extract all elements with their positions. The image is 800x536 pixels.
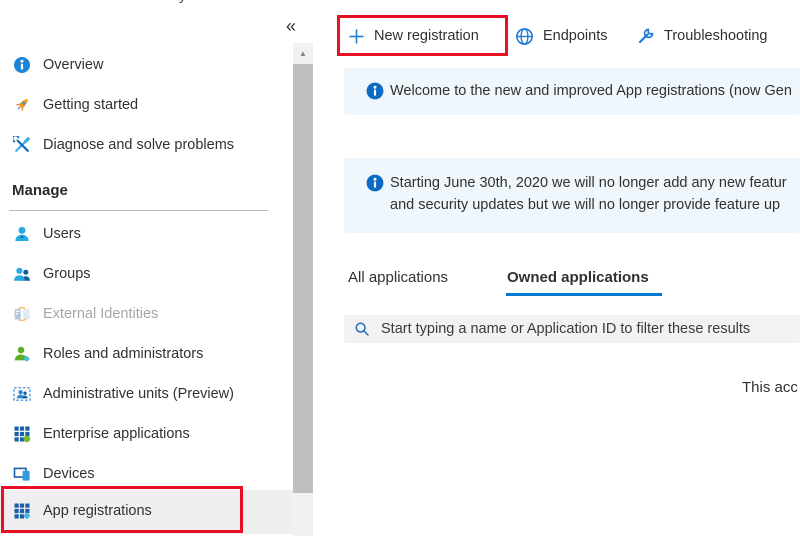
troubleshooting-label: Troubleshooting: [664, 28, 767, 44]
sidebar-item-groups[interactable]: Groups: [0, 254, 293, 294]
admin-units-icon: [12, 384, 32, 404]
endpoints-button[interactable]: Endpoints: [515, 20, 608, 52]
sidebar-item-label: Overview: [43, 57, 103, 73]
sidebar-item-label: Administrative units (Preview): [43, 386, 234, 402]
plus-icon: [348, 28, 365, 45]
sidebar-item-label: Getting started: [43, 97, 138, 113]
new-registration-label: New registration: [374, 28, 479, 44]
sidebar-item-enterprise-applications[interactable]: Enterprise applications: [0, 414, 293, 454]
endpoints-label: Endpoints: [543, 28, 608, 44]
sidebar-item-getting-started[interactable]: Getting started: [0, 85, 293, 125]
sidebar-item-label: Users: [43, 226, 81, 242]
sidebar-divider: [9, 210, 268, 211]
sidebar-item-label: Devices: [43, 466, 95, 482]
sidebar-item-label: Enterprise applications: [43, 426, 190, 442]
sidebar-scrollbar-thumb[interactable]: [293, 64, 313, 493]
active-tab-underline: [506, 293, 662, 296]
sidebar-item-label: Roles and administrators: [43, 346, 203, 362]
application-filter-searchbox[interactable]: [344, 315, 800, 343]
globe-icon: [515, 27, 534, 46]
info-icon: [366, 82, 384, 100]
tab-all-applications[interactable]: All applications: [348, 269, 448, 286]
sidebar-collapse-button[interactable]: «: [286, 17, 296, 35]
scrollbar-up-arrow[interactable]: ▲: [293, 43, 313, 63]
user-icon: [12, 224, 32, 244]
search-input[interactable]: [379, 314, 800, 344]
deprecation-banner-line2: and security updates but we will no long…: [390, 194, 800, 216]
deprecation-info-banner: Starting June 30th, 2020 we will no long…: [344, 158, 800, 233]
external-identities-icon: [12, 304, 32, 324]
deprecation-banner-line1: Starting June 30th, 2020 we will no long…: [390, 172, 800, 194]
welcome-info-banner: Welcome to the new and improved App regi…: [344, 68, 800, 115]
sidebar-item-label: App registrations: [43, 503, 152, 519]
sidebar-item-devices[interactable]: Devices: [0, 454, 293, 494]
sidebar-item-roles-and-administrators[interactable]: Roles and administrators: [0, 334, 293, 374]
sidebar-item-users[interactable]: Users: [0, 214, 293, 254]
roles-icon: [12, 344, 32, 364]
sidebar-item-app-registrations[interactable]: App registrations: [0, 491, 293, 531]
info-icon: [12, 55, 32, 75]
devices-icon: [12, 464, 32, 484]
sidebar-item-label: Groups: [43, 266, 91, 282]
sidebar-section-manage: Manage: [12, 182, 68, 199]
sidebar-item-external-identities[interactable]: External Identities: [0, 294, 293, 334]
sidebar-item-label: Diagnose and solve problems: [43, 137, 234, 153]
sidebar-item-diagnose[interactable]: Diagnose and solve problems: [0, 125, 293, 165]
new-registration-button[interactable]: New registration: [348, 20, 479, 52]
sidebar-item-overview[interactable]: Overview: [0, 45, 293, 85]
welcome-banner-text: Welcome to the new and improved App regi…: [390, 80, 800, 102]
sidebar-item-label: External Identities: [43, 306, 158, 322]
troubleshooting-button[interactable]: Troubleshooting: [637, 20, 767, 52]
app-registrations-icon: [12, 501, 32, 521]
info-icon: [366, 174, 384, 192]
group-icon: [12, 264, 32, 284]
sidebar-item-administrative-units[interactable]: Administrative units (Preview): [0, 374, 293, 414]
wrench-icon: [637, 27, 655, 45]
search-icon: [354, 321, 370, 337]
tools-icon: [12, 135, 32, 155]
chevron-double-left-icon: «: [286, 16, 296, 36]
triangle-up-icon: ▲: [299, 49, 307, 58]
enterprise-apps-icon: [12, 424, 32, 444]
rocket-icon: [12, 95, 32, 115]
empty-state-message: This acc: [742, 379, 798, 396]
app-registrations-page: y « Overview Getting started Diagnose an…: [0, 0, 800, 536]
tab-owned-applications[interactable]: Owned applications: [507, 269, 649, 286]
page-title-fragment: y: [179, 0, 197, 6]
